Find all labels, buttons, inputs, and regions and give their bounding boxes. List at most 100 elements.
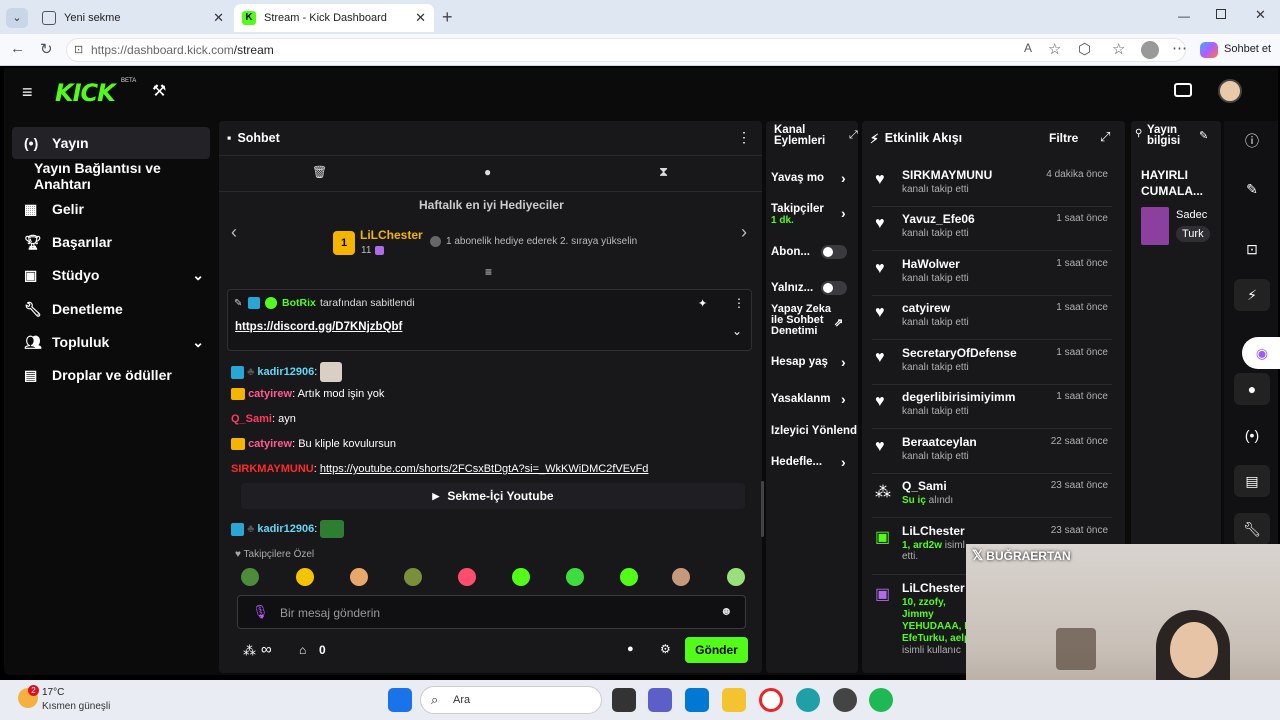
emote-3[interactable] xyxy=(350,568,368,586)
hammer-icon[interactable]: ⚒ xyxy=(152,81,166,101)
message-input[interactable]: 🎙︎ Bir mesaj gönderin ☻ xyxy=(237,595,746,629)
assistant-icon[interactable]: ◉ xyxy=(1242,337,1280,369)
teams-icon[interactable] xyxy=(648,688,672,712)
sidebar-item-droplar[interactable]: ▤ Droplar ve ödüller xyxy=(12,359,210,391)
sidebar-item-studyo[interactable]: ▣ Stüdyo ⌄ xyxy=(12,259,210,291)
copilot-chat-label[interactable]: Sohbet et xyxy=(1224,43,1271,55)
youtube-button[interactable]: ▶ Sekme-İçi Youtube xyxy=(241,483,745,509)
chat-bubble-icon[interactable]: ● xyxy=(627,643,634,655)
settings-gear-icon[interactable]: ⚙ xyxy=(660,642,671,656)
hourglass-icon[interactable]: ⧗ xyxy=(659,164,668,180)
url-field[interactable]: ⊡ https://dashboard.kick.com/stream xyxy=(66,38,1186,62)
emote-2[interactable] xyxy=(296,568,314,586)
site-info-icon[interactable]: ⊡ xyxy=(74,43,83,56)
subscribers-toggle[interactable] xyxy=(821,245,847,259)
window-close-icon[interactable]: ✕ xyxy=(1255,7,1266,23)
spotify-icon[interactable] xyxy=(869,688,893,712)
close-icon[interactable]: ✕ xyxy=(213,10,224,26)
filter-button[interactable]: Filtre xyxy=(1049,131,1078,145)
trash-icon[interactable]: 🗑︎ xyxy=(312,165,327,179)
emote-8[interactable] xyxy=(620,568,638,586)
message-link[interactable]: https://youtube.com/shorts/2FCsxBtDgtA?s… xyxy=(320,463,649,475)
pin-icon[interactable]: ✦ xyxy=(698,297,707,310)
chat-bubble-icon[interactable]: ● xyxy=(484,165,491,179)
emote-9[interactable] xyxy=(672,568,690,586)
pinned-options-icon[interactable]: ⋮ xyxy=(733,296,745,310)
pinned-by-user[interactable]: BotRix xyxy=(282,297,316,309)
emote-6[interactable] xyxy=(512,568,530,586)
ai-moderation-action[interactable]: Yapay Zeka ile Sohbet Denetimi ⇗ xyxy=(771,304,843,337)
extensions-icon[interactable]: ⬡ xyxy=(1078,40,1091,58)
info-icon[interactable]: ⓘ xyxy=(1234,125,1270,157)
crop-icon[interactable]: ⊡ xyxy=(1234,233,1270,265)
refresh-icon[interactable]: ↻ xyxy=(40,40,53,58)
only-toggle[interactable] xyxy=(821,281,847,295)
store-icon[interactable]: ⌂ xyxy=(299,643,306,657)
send-button[interactable]: Gönder xyxy=(685,637,748,663)
close-icon[interactable]: ✕ xyxy=(415,10,426,26)
task-view-icon[interactable] xyxy=(612,688,636,712)
opera-icon[interactable] xyxy=(759,688,783,712)
emote-10[interactable] xyxy=(727,568,745,586)
user-avatar[interactable] xyxy=(1218,79,1242,103)
wrench-icon[interactable]: 🔧︎ xyxy=(1234,513,1270,545)
emote-4[interactable] xyxy=(404,568,422,586)
chat-options-icon[interactable]: ⋮ xyxy=(737,129,751,146)
viewer-redirect-action[interactable]: İzleyici Yönlend xyxy=(771,425,857,437)
tab-kick-dashboard[interactable]: K Stream - Kick Dashboard ✕ xyxy=(234,4,434,32)
chat-scrollbar[interactable] xyxy=(761,481,764,537)
minimize-icon[interactable]: — xyxy=(1178,9,1190,23)
sidebar-item-gelir[interactable]: ▦ Gelir xyxy=(12,193,210,225)
popout-icon[interactable]: ⤢ xyxy=(849,129,858,142)
edit-pencil-icon[interactable]: ✎ xyxy=(1234,173,1270,205)
kick-logo[interactable]: KICK xyxy=(55,79,116,107)
read-aloud-icon[interactable]: A xyxy=(1024,41,1032,55)
pinned-link[interactable]: https://discord.gg/D7KNjzbQbf xyxy=(235,321,402,333)
goals-action[interactable]: Hedefle... › xyxy=(771,454,859,470)
lightning-icon[interactable]: ⚡︎ xyxy=(1234,279,1270,311)
edge-icon[interactable] xyxy=(796,688,820,712)
emote-7[interactable] xyxy=(566,568,584,586)
favorite-star-icon[interactable]: ☆ xyxy=(1048,40,1061,58)
emote-1[interactable] xyxy=(241,568,259,586)
emote-5[interactable] xyxy=(458,568,476,586)
chevron-down-icon[interactable]: ⌄ xyxy=(732,324,742,338)
menu-icon[interactable]: ≡ xyxy=(22,82,33,103)
profile-avatar[interactable] xyxy=(1141,41,1159,59)
favorites-icon[interactable]: ☆ xyxy=(1112,40,1125,58)
layout-icon[interactable]: ▤ xyxy=(1234,465,1270,497)
chat-bubble-icon[interactable]: ● xyxy=(1234,373,1270,405)
popout-icon[interactable]: ⤢ xyxy=(1100,129,1110,145)
sidebar-item-basarilar[interactable]: 🏆︎ Başarılar xyxy=(12,226,210,258)
next-arrow-icon[interactable]: › xyxy=(741,222,747,243)
taskbar-search[interactable]: ⌕ Ara xyxy=(420,686,602,714)
more-icon[interactable]: ⋯ xyxy=(1172,39,1187,57)
prev-arrow-icon[interactable]: ‹ xyxy=(231,222,237,243)
sidebar-item-denetleme[interactable]: 🔧︎ Denetleme xyxy=(12,293,210,325)
sidebar-item-topluluk[interactable]: 👥︎ Topluluk ⌄ xyxy=(12,326,210,358)
store-icon[interactable] xyxy=(685,688,709,712)
tab-new-tab[interactable]: Yeni sekme ✕ xyxy=(34,4,232,32)
windows-start-icon[interactable] xyxy=(388,688,412,712)
sidebar-item-yayin[interactable]: (•) Yayın xyxy=(12,127,210,159)
account-age-action[interactable]: Hesap yaş › xyxy=(771,354,859,370)
collapse-icon[interactable]: ≡ xyxy=(485,265,492,279)
maximize-icon[interactable] xyxy=(1216,9,1226,19)
copilot-icon[interactable] xyxy=(1200,42,1218,58)
obs-icon[interactable] xyxy=(833,688,857,712)
ticket-icon[interactable] xyxy=(1174,83,1192,97)
only-action[interactable]: Yalnız... xyxy=(771,281,859,295)
file-explorer-icon[interactable] xyxy=(722,688,746,712)
tab-list-button[interactable]: ⌄ xyxy=(6,8,28,28)
microphone-icon[interactable]: 🎙︎ xyxy=(252,604,269,620)
subscribers-action[interactable]: Abon... xyxy=(771,245,859,259)
edit-pencil-icon[interactable]: ✎ xyxy=(1199,129,1208,142)
top-gifter-name[interactable]: LiLChester xyxy=(360,228,423,242)
broadcast-icon[interactable]: (•) xyxy=(1234,419,1270,451)
new-tab-button[interactable]: + xyxy=(442,7,453,28)
banned-action[interactable]: Yasaklanm › xyxy=(771,391,859,407)
followers-action[interactable]: Takipçiler 1 dk. › xyxy=(771,203,859,226)
sidebar-item-stream-key[interactable]: Yayın Bağlantısı ve Anahtarı xyxy=(22,160,220,192)
emoji-icon[interactable]: ☻ xyxy=(720,604,733,618)
back-icon[interactable]: ← xyxy=(10,40,25,57)
